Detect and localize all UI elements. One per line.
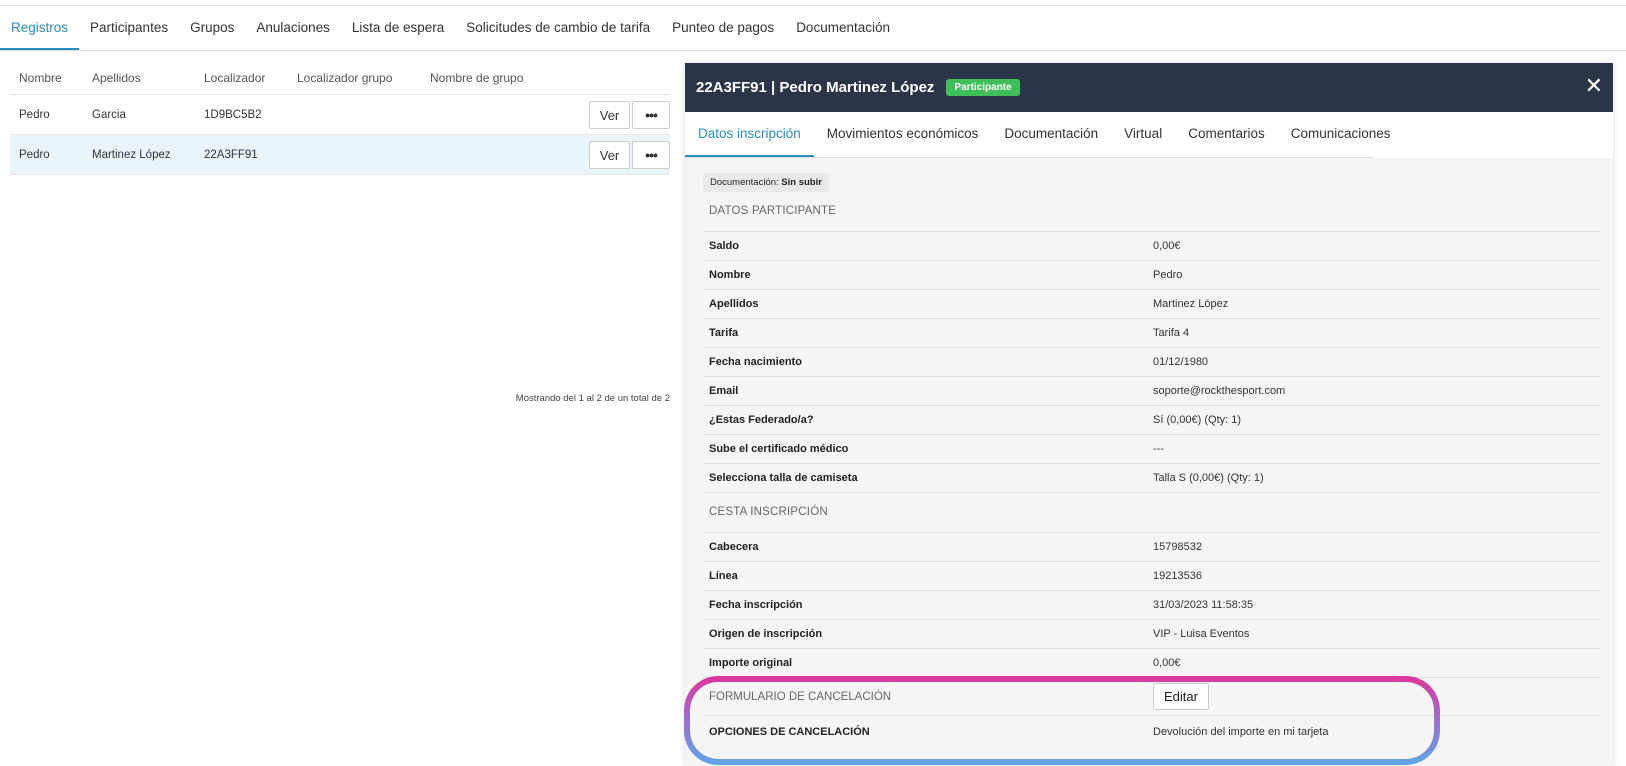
field-label: Email — [709, 385, 739, 397]
field-row: Fecha nacimiento 01/12/1980 — [703, 348, 1599, 377]
col-header-localizador[interactable]: Localizador — [195, 71, 288, 85]
field-value: Martinez López — [1153, 298, 1229, 310]
ver-button[interactable]: Ver — [589, 141, 630, 169]
row-actions: Ver ••• — [589, 101, 670, 129]
field-label: Importe original — [709, 657, 793, 669]
tab-lista-de-espera[interactable]: Lista de espera — [341, 6, 455, 50]
field-label: Tarifa — [709, 327, 739, 339]
field-value: 31/03/2023 11:58:35 — [1153, 599, 1254, 611]
registros-table: Nombre Apellidos Localizador Localizador… — [10, 62, 670, 175]
field-label: Línea — [709, 570, 738, 582]
tab-virtual[interactable]: Virtual — [1111, 112, 1175, 157]
field-label: ¿Estas Federado/a? — [709, 414, 814, 426]
close-icon[interactable]: ✕ — [1585, 75, 1603, 97]
field-label: Fecha inscripción — [709, 599, 803, 611]
field-value: 0,00€ — [1153, 240, 1181, 252]
field-label: Apellidos — [709, 298, 759, 310]
registration-detail-panel: 22A3FF91 | Pedro Martinez López Particip… — [685, 63, 1613, 766]
section-title-cesta: CESTA INSCRIPCIÓN — [703, 493, 1599, 533]
row-actions: Ver ••• — [589, 141, 670, 169]
field-row: Origen de inscripción VIP - Luisa Eventos — [703, 620, 1599, 649]
tab-comentarios[interactable]: Comentarios — [1175, 112, 1278, 157]
panel-body: Documentación: Sin subir DATOS PARTICIPA… — [685, 158, 1613, 766]
field-row: Importe original 0,00€ — [703, 649, 1599, 678]
cancel-form-section: FORMULARIO DE CANCELACIÓN Editar — [703, 678, 1599, 716]
field-row: OPCIONES DE CANCELACIÓN Devolución del i… — [703, 716, 1599, 747]
field-row: Cabecera 15798532 — [703, 533, 1599, 562]
ver-button[interactable]: Ver — [589, 101, 630, 129]
field-row: Línea 19213536 — [703, 562, 1599, 591]
section-title-participante: DATOS PARTICIPANTE — [703, 192, 1599, 232]
col-header-localizador-grupo[interactable]: Localizador grupo — [288, 71, 421, 85]
tab-comunicaciones[interactable]: Comunicaciones — [1278, 112, 1404, 157]
top-tab-bar: Registros Participantes Grupos Anulacion… — [0, 5, 1626, 51]
panel-header: 22A3FF91 | Pedro Martinez López Particip… — [685, 63, 1613, 112]
tab-registros[interactable]: Registros — [0, 6, 80, 50]
pagination-info: Mostrando del 1 al 2 de un total de 2 — [515, 393, 670, 404]
tab-solicitudes-cambio-tarifa[interactable]: Solicitudes de cambio de tarifa — [455, 6, 661, 50]
table-row[interactable]: Pedro Martinez López 22A3FF91 Ver ••• — [10, 135, 670, 175]
field-value: Devolución del importe en mi tarjeta — [1153, 725, 1329, 738]
edit-button[interactable]: Editar — [1153, 683, 1209, 710]
col-header-nombre[interactable]: Nombre — [10, 71, 83, 85]
field-row: Email soporte@rockthesport.com — [703, 377, 1599, 406]
field-value: Tarifa 4 — [1153, 327, 1190, 339]
field-label: Nombre — [709, 269, 751, 281]
col-header-apellidos[interactable]: Apellidos — [83, 71, 195, 85]
tab-grupos[interactable]: Grupos — [179, 6, 245, 50]
section-title-cancelacion: FORMULARIO DE CANCELACIÓN — [709, 690, 892, 703]
field-value: 0,00€ — [1153, 657, 1181, 669]
more-options-button[interactable]: ••• — [632, 101, 670, 129]
panel-tab-bar: Datos inscripción Movimientos económicos… — [685, 112, 1391, 158]
tab-documentacion[interactable]: Documentación — [785, 6, 901, 50]
tab-punteo-de-pagos[interactable]: Punteo de pagos — [661, 6, 785, 50]
field-row: ¿Estas Federado/a? Sí (0,00€) (Qty: 1) — [703, 406, 1599, 435]
field-value: soporte@rockthesport.com — [1153, 385, 1286, 397]
field-label: Selecciona talla de camiseta — [709, 472, 858, 484]
tab-datos-inscripcion[interactable]: Datos inscripción — [685, 112, 814, 157]
field-row: Sube el certificado médico --- — [703, 435, 1599, 464]
more-options-button[interactable]: ••• — [632, 141, 670, 169]
col-header-nombre-grupo[interactable]: Nombre de grupo — [421, 71, 561, 85]
cell-localizador: 22A3FF91 — [204, 148, 258, 161]
field-label: Cabecera — [709, 541, 759, 553]
table-row[interactable]: Pedro Garcia 1D9BC5B2 Ver ••• — [10, 95, 670, 135]
cell-nombre: Pedro — [19, 108, 50, 121]
tab-anulaciones[interactable]: Anulaciones — [245, 6, 341, 50]
field-value: Talla S (0,00€) (Qty: 1) — [1153, 472, 1264, 484]
doc-chip-label: Documentación: — [710, 177, 779, 188]
cell-apellidos: Martinez López — [92, 148, 171, 161]
panel-title: 22A3FF91 | Pedro Martinez López — [696, 79, 935, 96]
field-row: Tarifa Tarifa 4 — [703, 319, 1599, 348]
field-value: 19213536 — [1153, 570, 1202, 582]
cell-nombre: Pedro — [19, 148, 50, 161]
field-label: Origen de inscripción — [709, 628, 823, 640]
field-row: Apellidos Martinez López — [703, 290, 1599, 319]
field-label: Fecha nacimiento — [709, 356, 802, 368]
field-value: 15798532 — [1153, 541, 1202, 553]
field-value: Sí (0,00€) (Qty: 1) — [1153, 414, 1242, 426]
field-label: Sube el certificado médico — [709, 443, 849, 455]
page-root: Registros Participantes Grupos Anulacion… — [0, 0, 1626, 766]
tab-documentacion-panel[interactable]: Documentación — [991, 112, 1111, 157]
table-header: Nombre Apellidos Localizador Localizador… — [10, 62, 670, 95]
cell-apellidos: Garcia — [92, 108, 126, 121]
tab-movimientos-economicos[interactable]: Movimientos económicos — [814, 112, 992, 157]
field-row: Fecha inscripción 31/03/2023 11:58:35 — [703, 591, 1599, 620]
field-value: VIP - Luisa Eventos — [1153, 628, 1250, 640]
doc-chip-value: Sin subir — [781, 177, 822, 188]
field-row: Selecciona talla de camiseta Talla S (0,0… — [703, 464, 1599, 493]
field-label: OPCIONES DE CANCELACIÓN — [709, 725, 870, 738]
field-row: Nombre Pedro — [703, 261, 1599, 290]
field-row: Saldo 0,00€ — [703, 232, 1599, 261]
cell-localizador: 1D9BC5B2 — [204, 108, 262, 121]
field-value: Pedro — [1153, 269, 1183, 281]
field-value: 01/12/1980 — [1153, 356, 1209, 368]
field-label: Saldo — [709, 240, 739, 252]
field-value: --- — [1153, 443, 1164, 455]
documentation-status-chip: Documentación: Sin subir — [703, 173, 829, 192]
tab-participantes[interactable]: Participantes — [79, 6, 179, 50]
status-badge: Participante — [946, 79, 1020, 96]
